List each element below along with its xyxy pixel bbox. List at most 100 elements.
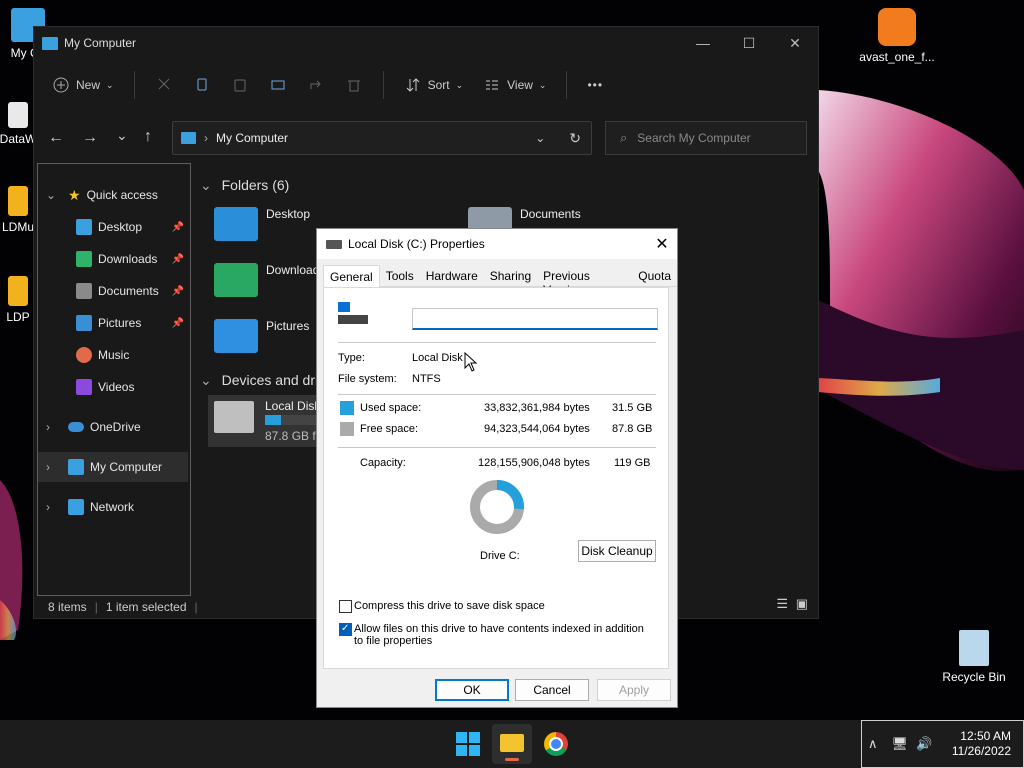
sort-button[interactable]: Sort ⌄ [404, 76, 463, 94]
minimize-button[interactable]: — [680, 35, 726, 52]
devices-section-header[interactable]: ⌄ Devices and dri [200, 372, 318, 389]
sidebar-item-quick-access[interactable]: ⌄ ★ Quick access [38, 180, 188, 210]
tab-sharing[interactable]: Sharing [483, 265, 538, 287]
compress-checkbox[interactable] [339, 600, 352, 613]
search-input[interactable]: ⌕ Search My Computer [605, 121, 807, 155]
volume-label-input[interactable] [412, 308, 658, 330]
close-button[interactable]: ✕ [772, 35, 818, 52]
sidebar-item-documents[interactable]: Documents 📌 [38, 276, 188, 306]
share-icon [310, 80, 321, 89]
windows-logo-icon [456, 732, 480, 756]
desktop-icon-avast[interactable]: avast_one_f... [856, 8, 938, 64]
folders-section-header[interactable]: ⌄ Folders (6) [200, 177, 289, 194]
drive-name: Local Disk [265, 399, 321, 413]
forward-arrow-icon[interactable]: → [82, 129, 98, 147]
breadcrumb: My Computer [216, 131, 289, 145]
navigation-pane: ⌄ ★ Quick access Desktop 📌 Downloads 📌 D… [37, 163, 191, 596]
taskbar: ∧ 🖥 🔊 12:50 AM 11/26/2022 [0, 720, 1024, 768]
cancel-button[interactable]: Cancel [515, 679, 589, 701]
new-button[interactable]: New ⌄ [52, 76, 114, 94]
compress-label: Compress this drive to save disk space [354, 600, 545, 612]
rename-button[interactable] [269, 76, 287, 94]
view-button[interactable]: View ⌄ [483, 76, 546, 94]
apply-button[interactable]: Apply [597, 679, 671, 701]
copy-button[interactable] [193, 76, 211, 94]
sidebar-item-onedrive[interactable]: › OneDrive [38, 412, 188, 442]
folder-item-desktop[interactable]: Desktop [214, 207, 310, 241]
recycle-bin-icon [959, 630, 989, 666]
address-history-chevron-icon[interactable]: ⌄ [535, 131, 545, 145]
sidebar-item-label: Pictures [98, 316, 142, 330]
type-value: Local Disk [412, 352, 463, 364]
music-icon [76, 347, 92, 363]
free-space-gb: 87.8 GB [612, 423, 653, 435]
drive-item-local-disk[interactable]: Local Disk 87.8 GB fr [208, 395, 328, 447]
cut-button[interactable] [155, 76, 173, 94]
sidebar-item-videos[interactable]: Videos [38, 372, 188, 402]
sidebar-item-desktop[interactable]: Desktop 📌 [38, 212, 188, 242]
address-bar[interactable]: › My Computer ⌄ ↻ [172, 121, 592, 155]
pin-icon: 📌 [171, 317, 184, 329]
download-icon [76, 251, 92, 267]
sidebar-item-pictures[interactable]: Pictures 📌 [38, 308, 188, 338]
refresh-icon[interactable]: ↻ [569, 130, 581, 147]
filesystem-label: File system: [338, 373, 397, 385]
disk-cleanup-button[interactable]: Disk Cleanup [578, 540, 656, 562]
used-space-gb: 31.5 GB [612, 402, 653, 414]
navigation-row: ← → ⌄ ↑ › My Computer ⌄ ↻ ⌕ Search My Co… [34, 121, 818, 157]
monitor-icon [68, 459, 84, 475]
tab-quota[interactable]: Quota [632, 265, 677, 287]
tab-tools[interactable]: Tools [379, 265, 420, 287]
monitor-icon [42, 36, 58, 50]
search-icon: ⌕ [620, 130, 628, 145]
sidebar-item-music[interactable]: Music [38, 340, 188, 370]
close-icon[interactable]: ✕ [647, 234, 677, 254]
paste-button[interactable] [231, 76, 249, 94]
sidebar-item-label: Videos [98, 380, 135, 394]
disk-usage-donut [470, 480, 524, 534]
tab-general[interactable]: General [323, 265, 380, 287]
delete-button[interactable] [345, 76, 363, 94]
up-arrow-icon[interactable]: ↑ [144, 128, 152, 146]
folder-item-pictures[interactable]: Pictures [214, 319, 309, 353]
windows-drive-icon [214, 401, 254, 433]
checkmark-icon: ✓ [341, 623, 350, 634]
sidebar-item-label: My Computer [90, 460, 163, 474]
more-options-button[interactable]: ••• [587, 78, 603, 92]
desktop-icon-recycle-bin[interactable]: Recycle Bin [934, 630, 1014, 684]
sidebar-item-label: OneDrive [90, 420, 141, 434]
trash-icon [347, 80, 360, 92]
desktop-icon [76, 219, 92, 235]
tab-hardware[interactable]: Hardware [419, 265, 484, 287]
type-label: Type: [338, 352, 365, 364]
explorer-titlebar[interactable]: My Computer — ☐ ✕ [34, 27, 818, 59]
chevron-up-icon[interactable]: ∧ [868, 736, 878, 752]
pin-icon: 📌 [171, 285, 184, 297]
sidebar-item-network[interactable]: › Network [38, 492, 188, 522]
share-button[interactable] [307, 76, 325, 94]
tiles-view-icon[interactable]: ▣ [796, 596, 808, 612]
sidebar-item-downloads[interactable]: Downloads 📌 [38, 244, 188, 274]
folder-label: Pictures [266, 319, 310, 333]
ok-button[interactable]: OK [435, 679, 509, 701]
volume-icon[interactable]: 🔊 [916, 736, 932, 752]
details-view-icon[interactable]: ☰ [776, 596, 788, 612]
network-icon[interactable]: 🖥 [892, 736, 909, 752]
sidebar-item-my-computer[interactable]: › My Computer [38, 452, 188, 482]
desktop-folder-icon [214, 207, 258, 241]
tab-previous-versions[interactable]: Previous Versions [537, 265, 633, 297]
back-arrow-icon[interactable]: ← [48, 129, 64, 147]
clock[interactable]: 12:50 AM 11/26/2022 [952, 729, 1011, 759]
maximize-button[interactable]: ☐ [726, 35, 772, 52]
status-bar: 8 items | 1 item selected | [48, 600, 198, 614]
start-button[interactable] [456, 732, 480, 756]
folder-item-downloads[interactable]: Download [214, 263, 319, 297]
recent-locations-chevron-icon[interactable]: ⌄ [116, 127, 128, 144]
taskbar-chrome[interactable] [544, 732, 570, 758]
chevron-right-icon: › [46, 500, 50, 514]
dialog-titlebar[interactable]: Local Disk (C:) Properties ✕ [317, 229, 677, 259]
free-space-bytes: 94,323,544,064 bytes [484, 423, 590, 435]
index-checkbox[interactable]: ✓ [339, 623, 352, 636]
taskbar-file-explorer[interactable] [492, 724, 532, 764]
filesystem-value: NTFS [412, 373, 441, 385]
